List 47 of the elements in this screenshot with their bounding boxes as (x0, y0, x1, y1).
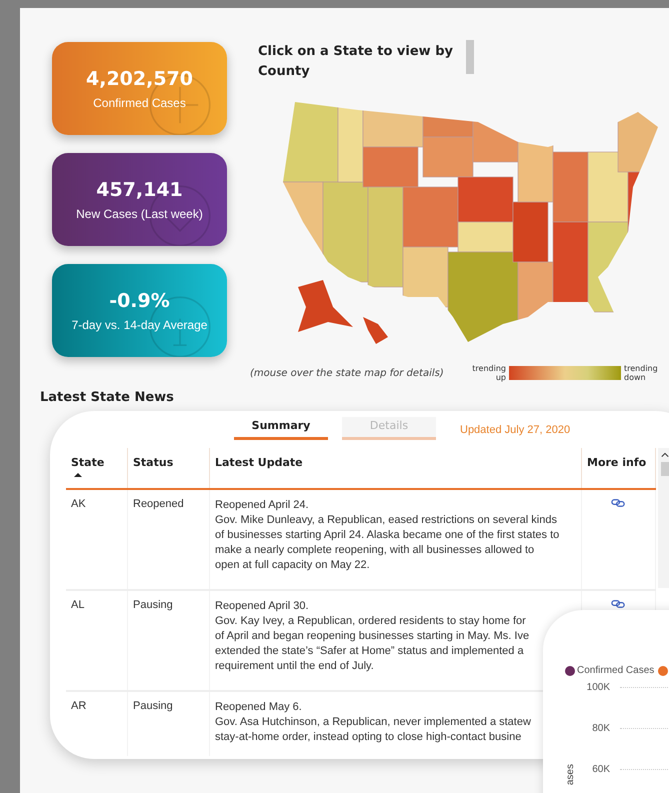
update-text: open at full capacity on May 22. (215, 558, 371, 573)
axis-tick-label: 80K (591, 723, 610, 734)
map-title: Click on a State to view by County (258, 43, 454, 81)
stat-label: 7-day vs. 14-day Average (72, 318, 208, 332)
table-cell: AR (66, 692, 128, 756)
update-text: Gov. Mike Dunleavy, a Republican, eased restrictions on several kinds (215, 513, 558, 528)
update-text: of April and began reopening businesses starting in May. Ms. Ive (215, 629, 530, 644)
update-text: Reopened April 30. (215, 599, 310, 614)
update-text: of businesses starting April 24. Alaska became one of the first states to (215, 528, 560, 543)
table-cell: AK (66, 490, 128, 589)
update-text: Reopened April 24. (215, 498, 310, 513)
update-text: requirement until the end of July. (215, 659, 375, 674)
update-text: extended the state’s “Safer at Home” status and implemented a (215, 644, 525, 659)
column-header[interactable]: State (66, 448, 128, 488)
scroll-handle[interactable] (466, 40, 474, 74)
update-text: stay-at-home order, instead opting to close high-contact busine (215, 730, 522, 745)
column-header[interactable]: More info (582, 448, 656, 488)
update-text: make a nearly complete reopening, with all businesses allowed to (215, 543, 536, 558)
table-cell: AL (66, 591, 128, 690)
scroll-up-icon[interactable] (661, 452, 669, 458)
scrollbar[interactable] (658, 448, 669, 588)
tab[interactable]: Summary (234, 417, 328, 440)
stat-label: Confirmed Cases (93, 96, 186, 110)
legend-label: trending up (472, 364, 506, 382)
update-text: Reopened May 6. (215, 700, 303, 715)
scrollbar-thumb[interactable] (661, 462, 669, 476)
update-text: Gov. Kay Ivey, a Republican, ordered residents to stay home for (215, 614, 527, 629)
legend-label: Confirmed Cases (577, 665, 654, 676)
section-title: Latest State News (40, 390, 175, 405)
stat-value: -0.9% (109, 290, 170, 312)
map-caption: (mouse over the state map for details) (250, 368, 445, 378)
axis-tick-label: 60K (591, 764, 610, 775)
legend-label: trending down (624, 364, 658, 382)
table-cell: Pausing (128, 591, 210, 690)
link-icon[interactable] (611, 599, 626, 609)
stat-label: New Cases (Last week) (76, 206, 203, 220)
table-cell: Reopened (128, 490, 210, 589)
table-cell: Pausing (128, 692, 210, 756)
column-header[interactable]: Status (128, 448, 210, 488)
link-icon[interactable] (611, 498, 626, 508)
column-header[interactable]: Latest Update (210, 448, 582, 488)
axis-tick-label: 100K (586, 682, 610, 693)
update-text: Gov. Asa Hutchinson, a Republican, never implemented a statew (215, 715, 532, 730)
axis-label: ases (565, 764, 576, 785)
stat-value: 4,202,570 (86, 68, 193, 90)
stat-value: 457,141 (96, 178, 183, 200)
updated-date: Updated July 27, 2020 (460, 424, 570, 438)
